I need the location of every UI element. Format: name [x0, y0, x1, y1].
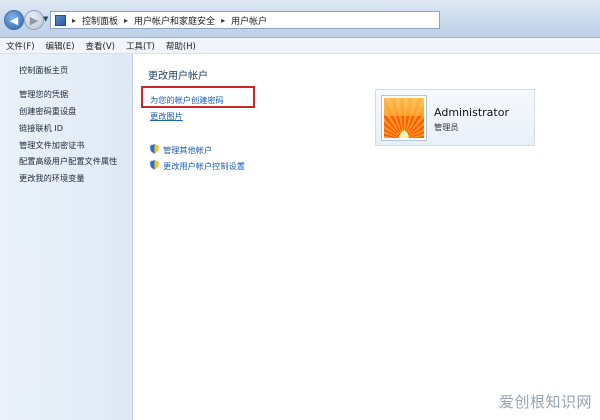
sidebar-item-file-encryption-certs[interactable]: 管理文件加密证书 [19, 139, 85, 151]
user-name: Administrator [434, 106, 509, 119]
sidebar-item-password-reset-disk[interactable]: 创建密码重设盘 [19, 105, 76, 117]
breadcrumb-item-control-panel[interactable]: 控制面板 [82, 14, 118, 27]
control-panel-icon [55, 14, 66, 26]
sidebar-item-advanced-profile-properties[interactable]: 配置高级用户配置文件属性 [19, 155, 117, 167]
forward-button[interactable]: ▶ [24, 10, 44, 30]
page-title: 更改用户帐户 [148, 71, 208, 82]
back-arrow-icon: ◀ [9, 13, 19, 27]
create-password-link[interactable]: 为您的帐户创建密码 [150, 94, 224, 106]
breadcrumb-separator[interactable]: ▸ [221, 16, 225, 25]
sidebar-item-control-panel-home[interactable]: 控制面板主页 [19, 64, 68, 76]
forward-arrow-icon: ▶ [29, 13, 39, 27]
change-picture-link[interactable]: 更改图片 [150, 110, 183, 122]
uac-shield-icon [150, 160, 159, 170]
user-picture [382, 96, 426, 140]
menu-bar: 文件(F) 编辑(E) 查看(V) 工具(T) 帮助(H) [0, 38, 600, 54]
watermark: 爱创根知识网 [498, 393, 592, 411]
back-button[interactable]: ◀ [4, 10, 24, 30]
manage-other-accounts-link[interactable]: 管理其他帐户 [163, 144, 212, 156]
sidebar-item-environment-variables[interactable]: 更改我的环境变量 [19, 172, 85, 184]
sidebar: 控制面板主页 管理您的凭据 创建密码重设盘 链接联机 ID 管理文件加密证书 配… [0, 54, 133, 420]
sidebar-item-manage-credentials[interactable]: 管理您的凭据 [19, 88, 68, 100]
uac-shield-icon [150, 144, 159, 154]
menu-view[interactable]: 查看(V) [86, 40, 115, 52]
user-role: 管理员 [434, 122, 459, 132]
menu-tools[interactable]: 工具(T) [126, 40, 155, 52]
sidebar-item-link-online-id[interactable]: 链接联机 ID [19, 122, 63, 134]
breadcrumb-separator[interactable]: ▸ [124, 16, 128, 25]
recent-pages-dropdown-icon[interactable]: ▼ [43, 15, 48, 23]
address-bar: ◀ ▶ ▼ ▸ 控制面板 ▸ 用户帐户和家庭安全 ▸ 用户帐户 [0, 0, 600, 38]
breadcrumb[interactable]: ▸ 控制面板 ▸ 用户帐户和家庭安全 ▸ 用户帐户 [50, 11, 440, 29]
user-account-card: Administrator 管理员 [375, 89, 535, 146]
menu-file[interactable]: 文件(F) [6, 40, 35, 52]
menu-edit[interactable]: 编辑(E) [46, 40, 75, 52]
menu-help[interactable]: 帮助(H) [166, 40, 196, 52]
uac-settings-link[interactable]: 更改用户帐户控制设置 [163, 160, 245, 172]
breadcrumb-separator[interactable]: ▸ [72, 16, 76, 25]
breadcrumb-item-user-accounts-family[interactable]: 用户帐户和家庭安全 [134, 14, 215, 27]
breadcrumb-item-user-accounts[interactable]: 用户帐户 [231, 14, 267, 27]
